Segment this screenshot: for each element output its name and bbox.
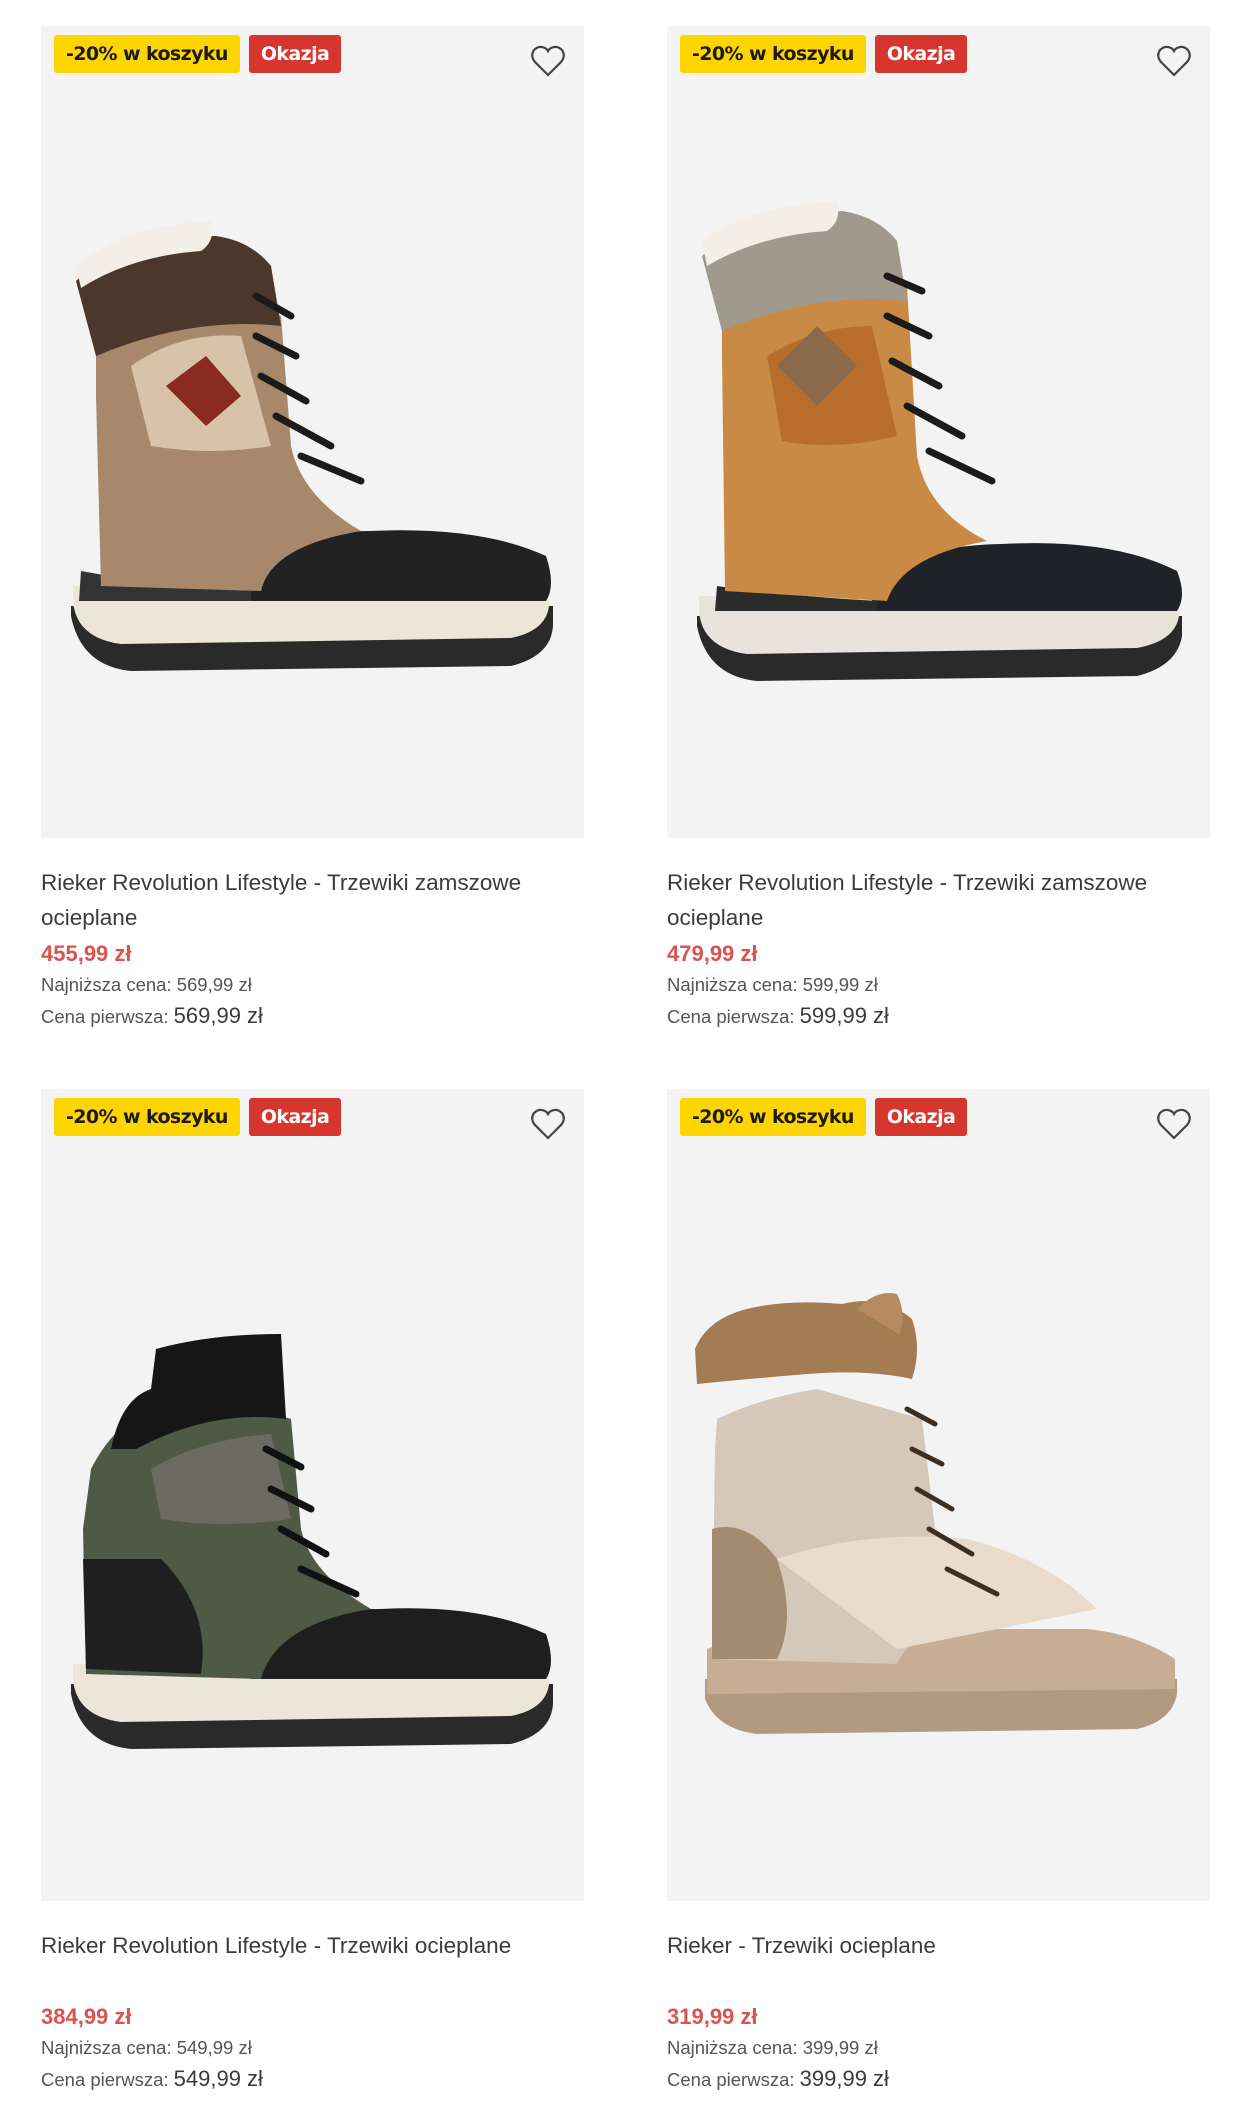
promo-badge: -20% w koszyku — [54, 1098, 240, 1136]
first-price-value: 399,99 zł — [799, 2066, 889, 2091]
promo-badge: -20% w koszyku — [680, 1098, 866, 1136]
first-price-label: Cena pierwsza: — [667, 1006, 795, 1027]
lowest-price-label: Najniższa cena: — [667, 974, 798, 995]
product-title[interactable]: Rieker - Trzewiki ocieplane — [667, 1928, 1210, 1998]
deal-badge: Okazja — [874, 1098, 968, 1136]
first-price-row: Cena pierwsza: 549,99 zł — [41, 2063, 584, 2095]
first-price-row: Cena pierwsza: 599,99 zł — [667, 1000, 1210, 1032]
lowest-price-row: Najniższa cena: 569,99 zł — [41, 969, 584, 1000]
first-price-label: Cena pierwsza: — [41, 2069, 169, 2090]
product-title[interactable]: Rieker Revolution Lifestyle - Trzewiki z… — [667, 865, 1210, 935]
deal-badge: Okazja — [248, 35, 342, 73]
product-card[interactable]: -20% w koszyku Okazja Rieker - Trzewiki … — [667, 1089, 1210, 2095]
heart-outline-icon — [1157, 1108, 1191, 1140]
lowest-price-label: Najniższa cena: — [41, 974, 172, 995]
product-title[interactable]: Rieker Revolution Lifestyle - Trzewiki z… — [41, 865, 584, 935]
lowest-price-value: 549,99 zł — [176, 2037, 252, 2058]
first-price-label: Cena pierwsza: — [41, 1006, 169, 1027]
product-image-area[interactable]: -20% w koszyku Okazja — [41, 1089, 584, 1901]
favorite-button[interactable] — [1155, 42, 1193, 80]
first-price-value: 599,99 zł — [799, 1003, 889, 1028]
first-price-value: 569,99 zł — [173, 1003, 263, 1028]
lowest-price-row: Najniższa cena: 599,99 zł — [667, 969, 1210, 1000]
product-title[interactable]: Rieker Revolution Lifestyle - Trzewiki o… — [41, 1928, 584, 1998]
first-price-value: 549,99 zł — [173, 2066, 263, 2091]
promo-badge: -20% w koszyku — [680, 35, 866, 73]
deal-badge: Okazja — [248, 1098, 342, 1136]
product-card[interactable]: -20% w koszyku Okazja Rieker Revolution … — [667, 26, 1210, 1032]
product-card[interactable]: -20% w koszyku Okazja Rieker Revolution … — [41, 1089, 584, 2095]
heart-outline-icon — [531, 45, 565, 77]
product-image-cognac-boot[interactable] — [667, 26, 1210, 838]
product-image-beige-boot[interactable] — [667, 1089, 1210, 1901]
favorite-button[interactable] — [1155, 1105, 1193, 1143]
favorite-button[interactable] — [529, 1105, 567, 1143]
favorite-button[interactable] — [529, 42, 567, 80]
product-price: 479,99 zł — [667, 941, 758, 966]
deal-badge: Okazja — [874, 35, 968, 73]
first-price-row: Cena pierwsza: 569,99 zł — [41, 1000, 584, 1032]
lowest-price-value: 599,99 zł — [802, 974, 878, 995]
lowest-price-label: Najniższa cena: — [41, 2037, 172, 2058]
product-image-brown-boot[interactable] — [41, 26, 584, 838]
product-image-area[interactable]: -20% w koszyku Okazja — [667, 26, 1210, 838]
first-price-row: Cena pierwsza: 399,99 zł — [667, 2063, 1210, 2095]
product-image-area[interactable]: -20% w koszyku Okazja — [667, 1089, 1210, 1901]
lowest-price-label: Najniższa cena: — [667, 2037, 798, 2058]
heart-outline-icon — [531, 1108, 565, 1140]
lowest-price-row: Najniższa cena: 399,99 zł — [667, 2032, 1210, 2063]
product-price: 384,99 zł — [41, 2004, 132, 2029]
lowest-price-row: Najniższa cena: 549,99 zł — [41, 2032, 584, 2063]
product-price: 455,99 zł — [41, 941, 132, 966]
product-card[interactable]: -20% w koszyku Okazja Rieker Revolution … — [41, 26, 584, 1032]
lowest-price-value: 569,99 zł — [176, 974, 252, 995]
first-price-label: Cena pierwsza: — [667, 2069, 795, 2090]
lowest-price-value: 399,99 zł — [802, 2037, 878, 2058]
promo-badge: -20% w koszyku — [54, 35, 240, 73]
product-image-olive-boot[interactable] — [41, 1089, 584, 1901]
product-grid: -20% w koszyku Okazja Rieker Revolution … — [0, 0, 1250, 2123]
product-image-area[interactable]: -20% w koszyku Okazja — [41, 26, 584, 838]
product-price: 319,99 zł — [667, 2004, 758, 2029]
heart-outline-icon — [1157, 45, 1191, 77]
